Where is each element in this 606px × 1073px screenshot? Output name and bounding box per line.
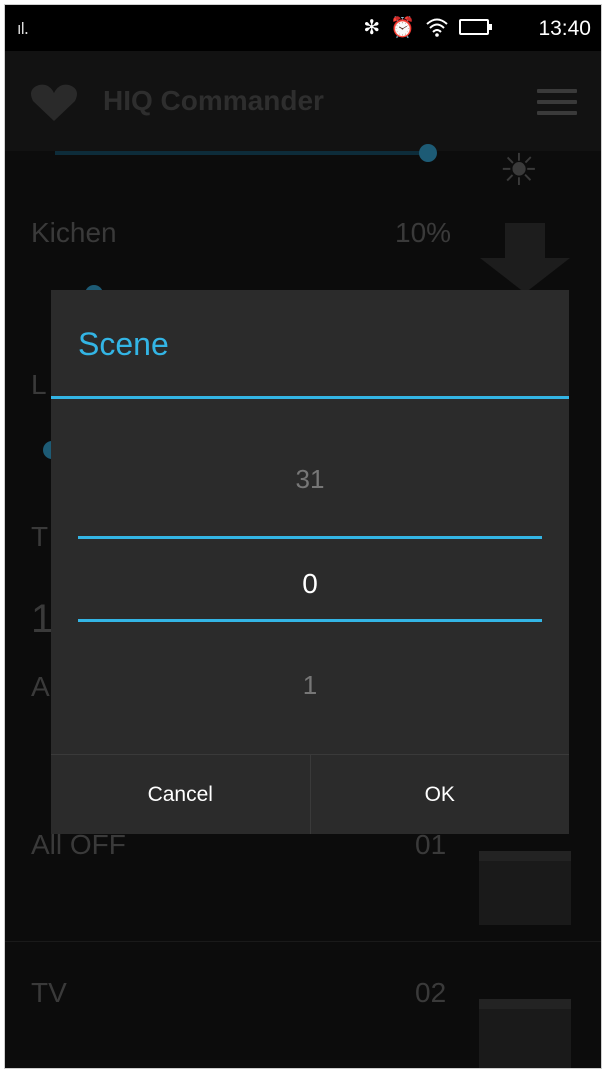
list-item-value: 02 — [415, 977, 447, 1008]
brightness-slider-track — [55, 151, 435, 155]
divider — [5, 941, 601, 942]
dialog-title-divider — [51, 396, 569, 399]
battery-icon — [459, 19, 492, 35]
picker-previous-value[interactable]: 31 — [51, 464, 569, 495]
list-item-name: 1 — [31, 597, 54, 641]
picker-next-value[interactable]: 1 — [51, 670, 569, 701]
heart-icon — [31, 84, 77, 121]
bluetooth-icon: ✻ — [363, 15, 381, 39]
dim-down-icon — [480, 223, 570, 293]
list-item-value: 10% — [395, 217, 452, 248]
phone-screen: ıl. ✻ ⏰ 13:40 HIQ Commander ☀ Kichen 10%… — [4, 4, 602, 1069]
list-item-name: Kichen — [31, 217, 117, 248]
signal-icon: ıl. — [17, 19, 29, 38]
list-item-name: T — [31, 521, 49, 552]
app-title: HIQ Commander — [103, 85, 324, 116]
hamburger-menu-icon[interactable] — [537, 89, 577, 117]
status-icons: ✻ ⏰ — [363, 15, 492, 39]
dialog-button-bar: Cancel OK — [51, 754, 569, 834]
scene-clapper-icon — [479, 851, 571, 925]
sun-icon: ☀ — [499, 145, 539, 196]
dialog-title: Scene — [78, 326, 169, 362]
scene-dialog: Scene 31 0 1 Cancel OK — [51, 290, 569, 834]
brightness-slider-knob — [419, 144, 437, 162]
status-bar: ıl. ✻ ⏰ 13:40 — [5, 5, 601, 51]
picker-current-value[interactable]: 0 — [51, 568, 569, 600]
picker-selection-bottom-line — [78, 619, 542, 622]
scene-clapper-icon — [479, 999, 571, 1068]
app-bar: HIQ Commander — [5, 51, 601, 151]
picker-selection-top-line — [78, 536, 542, 539]
list-item-name: TV — [31, 977, 67, 1008]
alarm-icon: ⏰ — [390, 15, 415, 39]
status-time: 13:40 — [538, 17, 591, 40]
wifi-icon — [426, 18, 448, 37]
ok-button[interactable]: OK — [309, 755, 569, 834]
cancel-button[interactable]: Cancel — [51, 755, 310, 834]
list-item-name: A — [31, 671, 50, 702]
list-item-name: L — [31, 369, 47, 400]
